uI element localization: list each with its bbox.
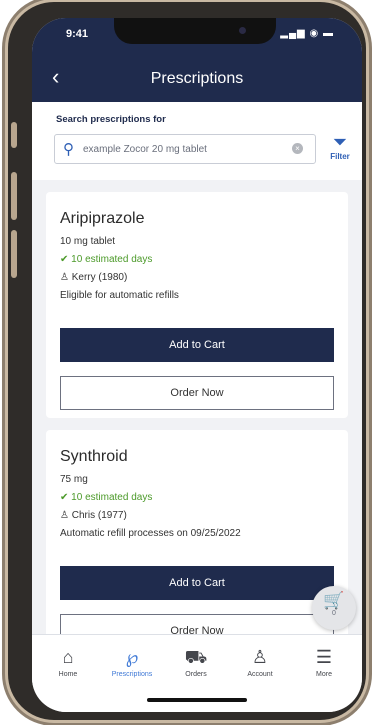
check-circle-icon: ✔ <box>60 254 69 265</box>
truck-icon: ⛟ <box>184 647 208 667</box>
cart-count: 0 <box>332 610 336 617</box>
tab-label: More <box>316 671 332 678</box>
supply-text: 10 estimated days <box>71 254 153 265</box>
tab-orders[interactable]: ⛟ Orders <box>166 645 226 678</box>
home-indicator <box>147 698 247 702</box>
status-icons: ▂▄▆ ◉ ▬ <box>280 28 334 39</box>
volume-up-button <box>11 172 17 220</box>
drug-dosage: 75 mg <box>60 474 88 485</box>
page-title: Prescriptions <box>150 70 244 87</box>
status-time: 9:41 <box>66 28 89 40</box>
drug-name: Aripiprazole <box>60 210 145 227</box>
home-icon: ⌂ <box>62 647 74 667</box>
supply-line: ✔ 10 estimated days <box>60 254 152 265</box>
clear-icon[interactable]: × <box>292 143 303 154</box>
silent-switch <box>11 122 17 148</box>
camera-icon <box>239 27 246 34</box>
add-to-cart-button[interactable]: Add to Cart <box>60 328 334 362</box>
patient-text: Kerry (1980) <box>71 272 128 283</box>
tab-label: Account <box>247 671 273 678</box>
supply-line: ✔ 10 estimated days <box>60 492 152 503</box>
phone-frame: 9:41 ▂▄▆ ◉ ▬ ‹ Prescriptions Search pres… <box>8 2 366 720</box>
drug-dosage: 10 mg tablet <box>60 236 116 247</box>
filter-icon: ⏷ <box>332 132 348 152</box>
person-icon: ♙ <box>251 647 269 667</box>
search-icon: ⚲ <box>63 141 74 158</box>
search-label: Search prescriptions for <box>56 114 166 125</box>
check-circle-icon: ✔ <box>60 492 69 503</box>
tab-label: Home <box>58 671 78 678</box>
tab-label: Orders <box>185 671 207 678</box>
tab-label: Prescriptions <box>111 671 153 678</box>
prescription-card: Aripiprazole 10 mg tablet ✔ 10 estimated… <box>46 192 348 418</box>
patient-line: ♙ Chris (1977) <box>60 510 127 521</box>
filter-button[interactable]: ⏷ Filter <box>324 132 356 172</box>
supply-text: 10 estimated days <box>71 492 153 503</box>
search-section: Search prescriptions for ⚲ × ⏷ Filter <box>32 102 362 180</box>
screen: 9:41 ▂▄▆ ◉ ▬ ‹ Prescriptions Search pres… <box>32 18 362 712</box>
order-now-button[interactable]: Order Now <box>60 376 334 410</box>
refill-info: Automatic refill processes on 09/25/2022 <box>60 528 241 539</box>
search-box[interactable]: ⚲ × <box>54 134 316 164</box>
add-to-cart-button[interactable]: Add to Cart <box>60 566 334 600</box>
refill-info: Eligible for automatic refills <box>60 290 179 301</box>
notch <box>114 18 276 44</box>
cart-button[interactable]: 🛒 0 <box>312 586 356 630</box>
volume-down-button <box>11 230 17 278</box>
patient-text: Chris (1977) <box>71 510 127 521</box>
filter-label: Filter <box>330 152 350 161</box>
pill-icon: ℘ <box>125 647 139 667</box>
tab-home[interactable]: ⌂ Home <box>38 645 98 678</box>
search-input[interactable] <box>83 140 283 158</box>
tab-more[interactable]: ☰ More <box>294 645 354 678</box>
patient-line: ♙ Kerry (1980) <box>60 272 127 283</box>
person-icon: ♙ <box>60 510 69 521</box>
tab-account[interactable]: ♙ Account <box>230 645 290 678</box>
person-icon: ♙ <box>60 272 69 283</box>
tab-prescriptions[interactable]: ℘ Prescriptions <box>102 645 162 678</box>
drug-name: Synthroid <box>60 448 128 465</box>
menu-icon: ☰ <box>315 647 333 667</box>
